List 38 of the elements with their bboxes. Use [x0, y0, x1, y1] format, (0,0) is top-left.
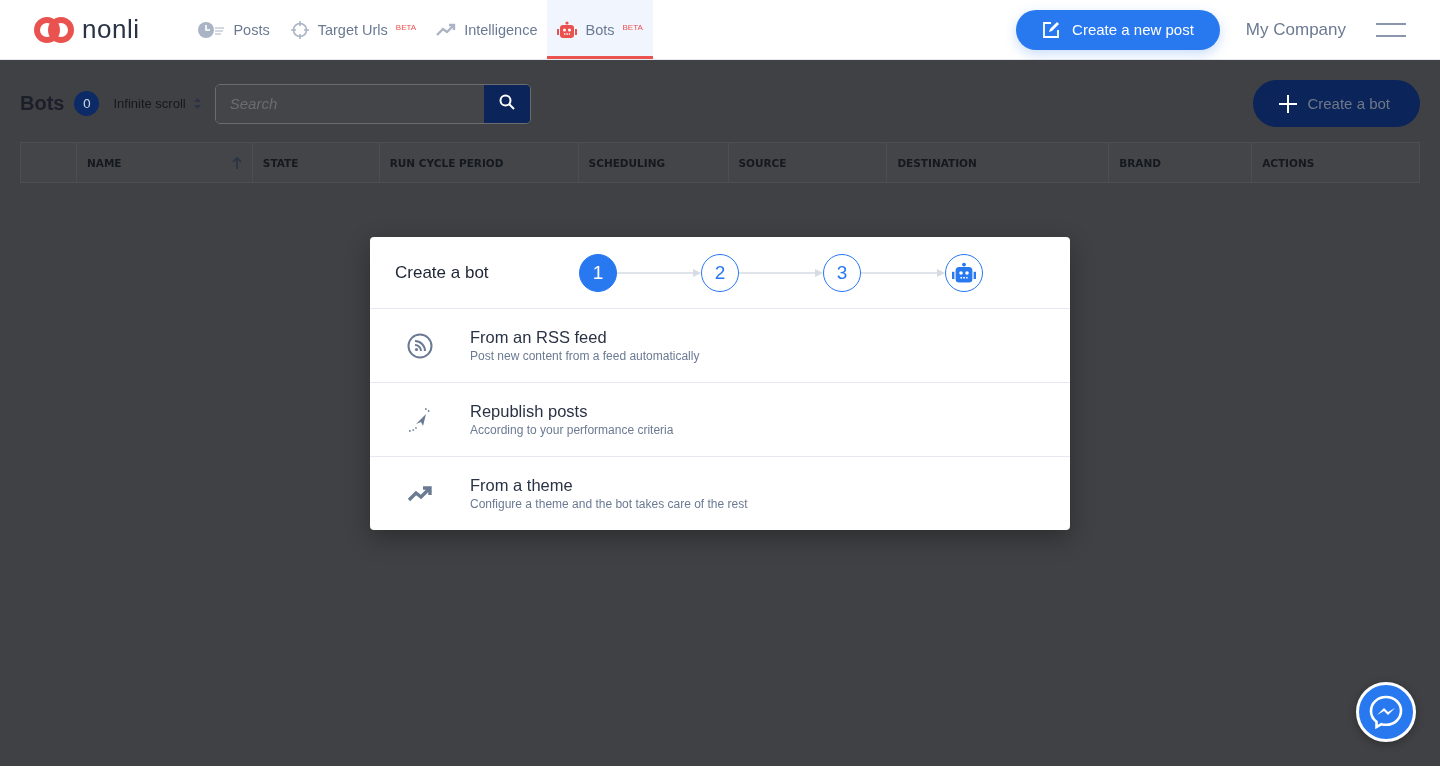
option-title: From a theme: [470, 476, 574, 495]
crosshair-icon: [289, 19, 310, 40]
option-title: Republish posts: [470, 402, 589, 421]
messenger-icon: [1369, 695, 1403, 729]
create-bot-button[interactable]: Create a bot: [1253, 80, 1420, 127]
trend-icon: [436, 22, 457, 37]
bot-option[interactable]: From an RSS feed Post new content from a feed automatically: [370, 309, 1070, 383]
rss-icon: [407, 332, 433, 359]
bot-option[interactable]: Republish posts According to your performance criteria: [370, 383, 1070, 457]
step-circle: 2: [701, 253, 739, 292]
nav-tab[interactable]: Posts: [187, 0, 280, 59]
edit-icon: [1042, 20, 1061, 39]
robot-icon: [557, 20, 578, 39]
step-circle: 1: [579, 253, 617, 292]
nav-tab[interactable]: Intelligence: [426, 0, 548, 59]
trend-icon: [407, 485, 433, 502]
paper-plane-icon: [407, 406, 433, 433]
create-post-button[interactable]: Create a new post: [1016, 9, 1220, 50]
company-menu[interactable]: My Company: [1245, 19, 1346, 40]
option-title: From an RSS feed: [470, 328, 608, 347]
nav-tab[interactable]: Target Urls $^{BETA}$: [279, 0, 427, 59]
count-badge: 0: [74, 91, 100, 116]
sort-arrow-icon: [231, 156, 242, 169]
modal-title: Create a bot: [395, 262, 490, 283]
clock-icon: [197, 20, 226, 39]
search-icon: [498, 94, 515, 110]
nav-tab[interactable]: Bots $^{BETA}$: [547, 0, 653, 59]
menu-icon[interactable]: [1376, 22, 1406, 37]
messenger-button[interactable]: [1356, 682, 1416, 742]
step-circle: 3: [823, 253, 861, 292]
option-description: Configure a theme and the bot takes care of the rest: [470, 497, 748, 511]
bot-option[interactable]: From a theme Configure a theme and the bot takes care of the rest: [370, 457, 1070, 530]
logo-icon: [34, 14, 74, 45]
logo-text: nonli: [82, 14, 140, 45]
search-button[interactable]: [483, 84, 530, 123]
option-description: According to your performance criteria: [470, 423, 674, 437]
plus-icon: [1279, 94, 1298, 113]
option-description: Post new content from a feed automatically: [470, 349, 700, 363]
